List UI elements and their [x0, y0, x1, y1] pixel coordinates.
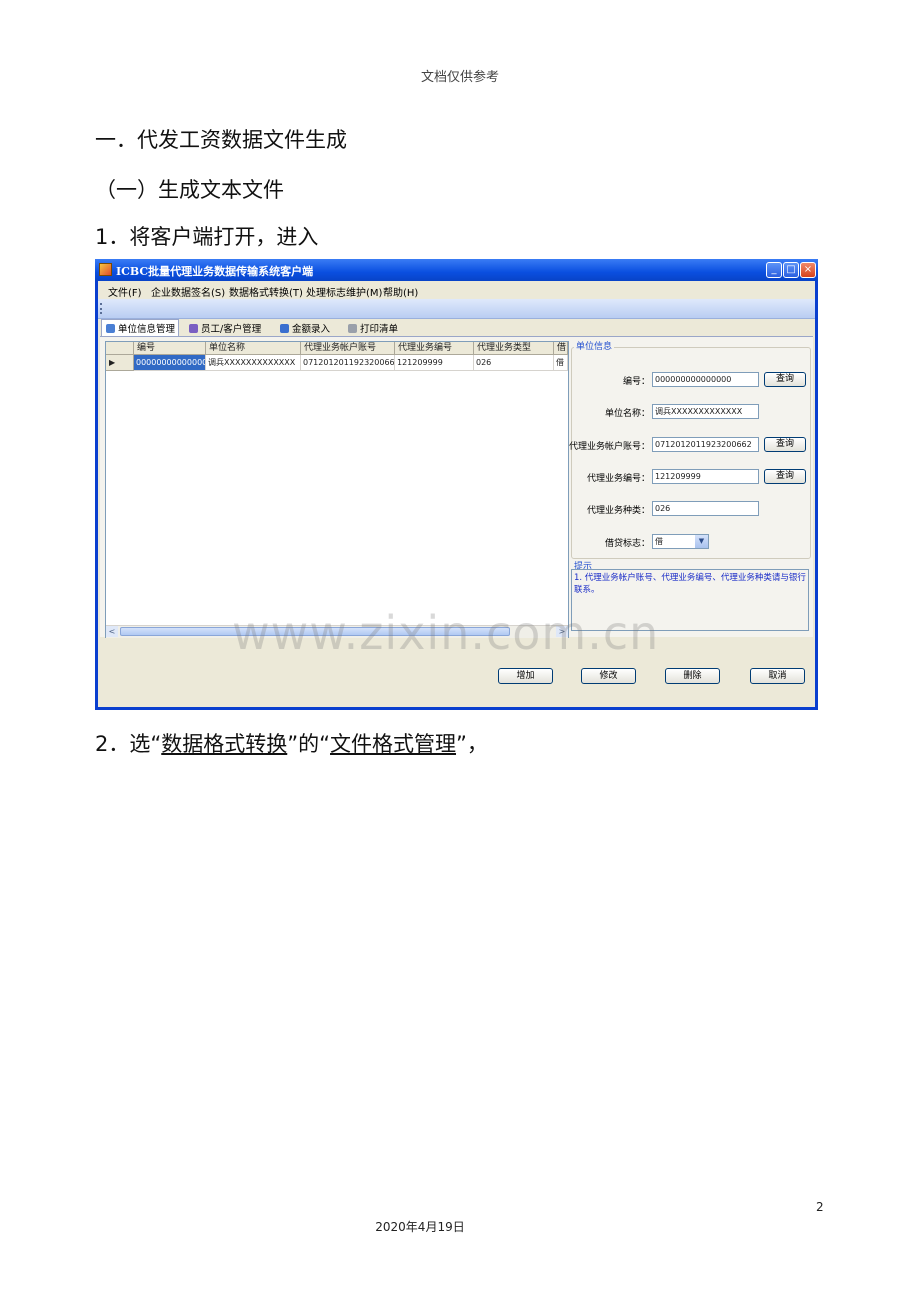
add-button[interactable]: 增加: [498, 668, 553, 684]
debit-credit-select[interactable]: 借 ▼: [652, 534, 709, 549]
data-format-convert-link[interactable]: 数据格式转换: [161, 732, 287, 756]
staff-icon: [189, 324, 198, 333]
tab-panel: 编号 单位名称 代理业务帐户账号 代理业务编号 代理业务类型 借 ▶ 00000…: [100, 336, 813, 638]
name-label: 单位名称：: [604, 409, 650, 419]
account-input[interactable]: 0712012011923200662: [652, 437, 759, 452]
tab-label: 金额录入: [292, 324, 331, 335]
watermark: www.zixin.com.cn: [232, 606, 660, 660]
name-input[interactable]: 调兵XXXXXXXXXXXXX: [652, 404, 759, 419]
menu-data-format-convert[interactable]: 数据格式转换(T): [229, 284, 303, 299]
tab-label: 员工/客户管理: [201, 324, 262, 335]
biz-code-input[interactable]: 121209999: [652, 469, 759, 484]
page-number: 2: [816, 1200, 824, 1214]
minimize-button[interactable]: _: [766, 262, 782, 278]
menu-help[interactable]: 帮助(H): [383, 284, 418, 299]
debit-credit-value: 借: [655, 537, 663, 546]
tab-strip: 单位信息管理 员工/客户管理 金额录入 打印清单: [98, 319, 815, 336]
pen-icon: [280, 324, 289, 333]
biz-type-label: 代理业务种类：: [586, 506, 650, 516]
grid-header[interactable]: 借: [554, 342, 568, 355]
section-heading: 一．代发工资数据文件生成: [95, 128, 347, 152]
grid-cell[interactable]: 000000000000000: [134, 355, 206, 371]
query-biz-code-button[interactable]: 查询: [764, 469, 806, 484]
grid-cell[interactable]: 借: [554, 355, 568, 371]
grid-cell[interactable]: 121209999: [395, 355, 474, 371]
modify-button[interactable]: 修改: [581, 668, 636, 684]
tab-amount-entry[interactable]: 金额录入: [276, 321, 338, 335]
menu-file[interactable]: 文件(F): [108, 284, 142, 299]
tab-unit-info[interactable]: 单位信息管理: [101, 319, 179, 336]
toolbar-grip-icon[interactable]: [100, 303, 104, 314]
grid-header[interactable]: 代理业务编号: [395, 342, 474, 355]
tab-label: 单位信息管理: [118, 324, 176, 335]
step-2-suffix: ”，: [456, 732, 488, 756]
delete-button[interactable]: 删除: [665, 668, 720, 684]
code-label: 编号：: [622, 377, 650, 387]
row-marker-icon[interactable]: ▶: [106, 355, 134, 371]
account-label: 代理业务帐户账号：: [568, 442, 650, 452]
step-2-text: 2．选“数据格式转换”的“文件格式管理”，: [95, 728, 488, 758]
grid-header[interactable]: 代理业务类型: [474, 342, 554, 355]
tab-label: 打印清单: [360, 324, 399, 335]
menu-enterprise-sign[interactable]: 企业数据签名(S): [151, 284, 225, 299]
grid-cell[interactable]: 调兵XXXXXXXXXXXXX: [206, 355, 301, 371]
app-icon: [99, 263, 112, 276]
tab-staff[interactable]: 员工/客户管理: [185, 321, 271, 335]
toolbar: [98, 299, 815, 319]
grid-cell[interactable]: 0712012011923200662: [301, 355, 395, 371]
biz-code-label: 代理业务编号：: [586, 474, 650, 484]
close-button[interactable]: ×: [800, 262, 816, 278]
unit-info-icon: [106, 324, 115, 333]
query-code-button[interactable]: 查询: [764, 372, 806, 387]
step-2-middle: ”的“: [287, 732, 331, 756]
subsection-heading: （一）生成文本文件: [95, 178, 284, 202]
grid-header[interactable]: 编号: [134, 342, 206, 355]
footer-date: 2020年4月19日: [375, 1220, 465, 1234]
step-1-text: 1．将客户端打开，进入: [95, 225, 319, 249]
grid-header[interactable]: 代理业务帐户账号: [301, 342, 395, 355]
tab-print-list[interactable]: 打印清单: [344, 321, 404, 335]
grid-corner: [106, 342, 134, 355]
menu-bar: 文件(F) 企业数据签名(S) 数据格式转换(T) 处理标志维护(M) 帮助(H…: [98, 281, 815, 299]
unit-info-title: 单位信息: [574, 339, 615, 352]
unit-grid[interactable]: 编号 单位名称 代理业务帐户账号 代理业务编号 代理业务类型 借 ▶ 00000…: [105, 341, 569, 638]
grid-cell[interactable]: 026: [474, 355, 554, 371]
grid-header[interactable]: 单位名称: [206, 342, 301, 355]
menu-process-flag[interactable]: 处理标志维护(M): [306, 284, 382, 299]
code-input[interactable]: 000000000000000: [652, 372, 759, 387]
title-bar: ICBC批量代理业务数据传输系统客户端 _ □ ×: [95, 259, 818, 281]
scroll-left-icon[interactable]: <: [106, 626, 118, 637]
file-format-manage-link[interactable]: 文件格式管理: [330, 732, 456, 756]
printer-icon: [348, 324, 357, 333]
biz-type-input[interactable]: 026: [652, 501, 759, 516]
maximize-button[interactable]: □: [783, 262, 799, 278]
debit-credit-label: 借贷标志：: [604, 539, 650, 549]
query-account-button[interactable]: 查询: [764, 437, 806, 452]
cancel-button[interactable]: 取消: [750, 668, 805, 684]
chevron-down-icon[interactable]: ▼: [695, 535, 708, 548]
window-title: ICBC批量代理业务数据传输系统客户端: [116, 265, 314, 278]
step-2-prefix: 2．选“: [95, 732, 162, 756]
header-note: 文档仅供参考: [420, 70, 499, 85]
